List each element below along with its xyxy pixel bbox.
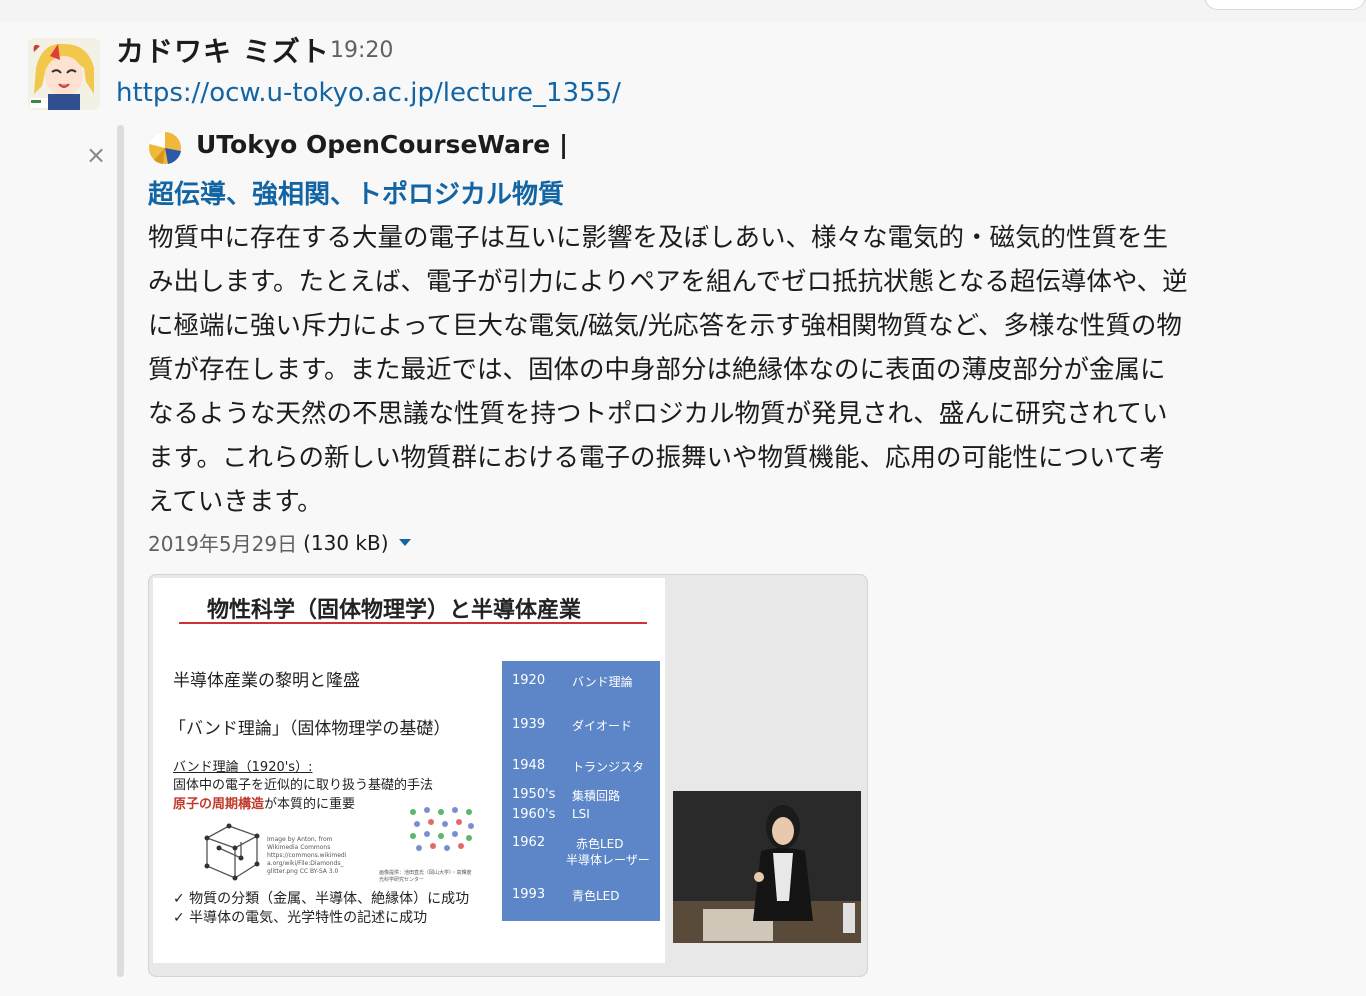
timeline-event: 半導体レーザー [566, 853, 650, 867]
caret-down-icon[interactable] [398, 539, 411, 546]
timeline-event: 集積回路 [572, 789, 621, 803]
description-line: に極端に強い斥力によって巨大な電気/磁気/光応答を示す強相関物質など、多様な性質… [148, 311, 1182, 341]
credit-line: Image by Anton, from [267, 836, 333, 843]
credit-line: glitter.png CC BY-SA 3.0 [267, 868, 339, 875]
sender-name[interactable]: カドワキ ミズト [116, 30, 330, 70]
top-bar [0, 0, 1366, 22]
diamond-lattice-icon [204, 823, 260, 881]
site-name: UTokyo OpenCourseWare | [196, 130, 569, 159]
slide-timeline: 1920 バンド理論 1939 ダイオード 1948 トランジスタ 1950's… [502, 661, 660, 921]
credit-line: a.org/wiki/File:Diamonds_ [267, 860, 344, 867]
preview-title[interactable]: 超伝導、強相関、トポロジカル物質 [148, 174, 564, 211]
timeline-event: ダイオード [572, 719, 633, 733]
message-link[interactable]: https://ocw.u-tokyo.ac.jp/lecture_1355/ [116, 78, 621, 108]
preview-date: 2019年5月29日 [148, 532, 298, 556]
credit-line: 画像提供：池田直氏（岡山大学）・高輝度 [379, 870, 472, 876]
avatar[interactable] [28, 38, 100, 110]
slide-title: 物性科学（固体物理学）と半導体産業 [207, 598, 582, 623]
preview-image[interactable]: 物性科学（固体物理学）と半導体産業 半導体産業の黎明と隆盛 「バンド理論」（固体… [148, 574, 868, 977]
timeline-year: 1950's [512, 787, 556, 802]
timeline-event: 青色LED [572, 889, 620, 903]
slide-emphasis: 原子の周期構造 [173, 797, 265, 812]
image-credit-right: 画像提供：池田直氏（岡山大学）・高輝度 光科学研究センター [379, 870, 472, 884]
description-line: み出します。たとえば、電子が引力によりペアを組んでゼロ抵抗状態となる超伝導体や、… [148, 267, 1188, 297]
timeline-year: 1962 [512, 835, 546, 850]
preview-meta: 2019年5月29日 (130 kB) [148, 528, 411, 557]
slide-emphasis-rest: が本質的に重要 [264, 797, 356, 812]
slide-band-desc: 固体中の電子を近似的に取り扱う基礎的手法 [173, 778, 434, 793]
slide-heading: 「バンド理論」（固体物理学の基礎） [169, 719, 451, 739]
timeline-event: トランジスタ [572, 760, 645, 774]
preview-description: 物質中に存在する大量の電子は互いに影響を及ぼしあい、様々な電気的・磁気的性質を生… [148, 216, 1298, 524]
credit-line: 光科学研究センター [379, 877, 425, 883]
timeline-year: 1960's [512, 807, 556, 822]
slide-emphasis-line: 原子の周期構造が本質的に重要 [173, 793, 355, 812]
timeline-event: LSI [572, 807, 590, 821]
attachment-bar [117, 125, 124, 977]
lecturer-figure [673, 791, 861, 943]
close-icon[interactable]: × [86, 143, 106, 167]
description-line: ます。これらの新しい物質群における電子の振舞いや物質機能、応用の可能性について考 [148, 443, 1165, 473]
search-pill[interactable] [1204, 0, 1366, 10]
description-line: 質が存在します。また最近では、固体の中身部分は絶縁体なのに表面の薄皮部分が金属に [148, 355, 1166, 385]
image-credit-left: Image by Anton, from Wikimedia Commons h… [267, 836, 346, 876]
timeline-year: 1993 [512, 887, 546, 902]
preview-size: (130 kB) [303, 530, 389, 555]
avatar-image [28, 38, 100, 110]
timeline-year: 1939 [512, 717, 546, 732]
timeline-event: 赤色LED [576, 837, 624, 851]
crystal-structure-icon [410, 807, 474, 851]
slide-check: ✓ 半導体の電気、光学特性の記述に成功 [173, 910, 428, 926]
lecturer-video-still [673, 791, 861, 943]
slide-check: ✓ 物質の分類（金属、半導体、絶縁体）に成功 [173, 891, 470, 907]
description-line: えていきます。 [148, 487, 323, 517]
lecture-slide: 物性科学（固体物理学）と半導体産業 半導体産業の黎明と隆盛 「バンド理論」（固体… [153, 578, 665, 963]
timeline-year: 1920 [512, 673, 546, 688]
description-line: 物質中に存在する大量の電子は互いに影響を及ぼしあい、様々な電気的・磁気的性質を生 [148, 223, 1169, 253]
message-timestamp[interactable]: 19:20 [330, 38, 393, 63]
timeline-year: 1948 [512, 758, 546, 773]
site-logo-icon [148, 131, 182, 165]
description-line: なるような天然の不思議な性質を持つトポロジカル物質が発見され、盛んに研究されてい [148, 399, 1168, 429]
slide-heading: 半導体産業の黎明と隆盛 [173, 671, 360, 691]
credit-line: Wikimedia Commons [267, 844, 331, 851]
timeline-event: バンド理論 [572, 675, 633, 689]
credit-line: https://commons.wikimedi [267, 852, 347, 859]
slide-title-underline [179, 622, 647, 624]
slide-band-label: バンド理論（1920's）: [173, 760, 313, 775]
